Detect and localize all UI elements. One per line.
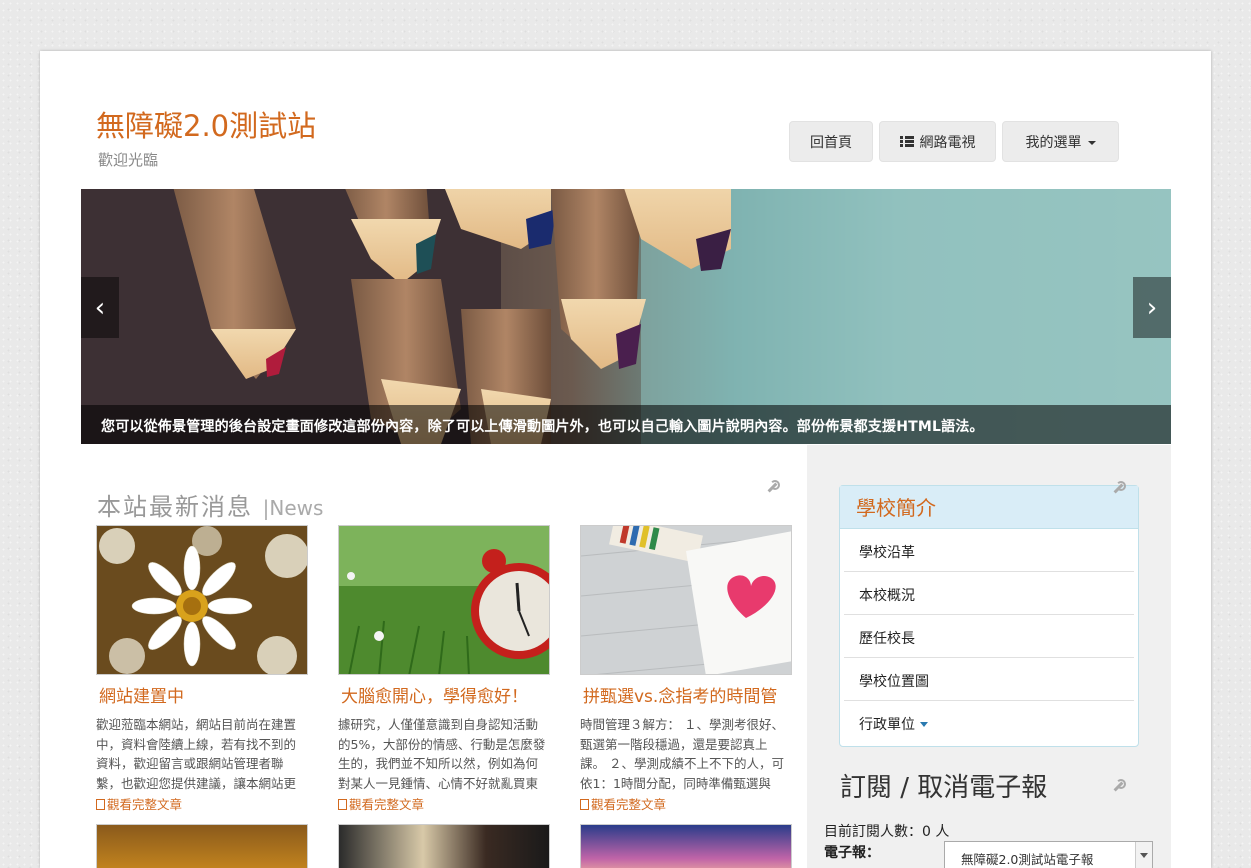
sidebar-item-overview[interactable]: 本校概況 bbox=[844, 572, 1134, 615]
wrench-icon[interactable] bbox=[1112, 481, 1126, 495]
news-title-zh: 本站最新消息 bbox=[97, 493, 253, 521]
panel-title: 學校簡介 bbox=[840, 486, 1138, 529]
news-image[interactable] bbox=[338, 525, 550, 675]
sidebar-item-principals[interactable]: 歷任校長 bbox=[844, 615, 1134, 658]
sidebar: 學校簡介 學校沿革 本校概況 歷任校長 學校位置圖 行政單位 訂閱 / 取消電子… bbox=[807, 445, 1171, 868]
top-nav: 回首頁 網路電視 我的選單 bbox=[789, 121, 1119, 162]
sidebar-item-label: 行政單位 bbox=[859, 717, 915, 733]
epaper-title: 訂閱 / 取消電子報 bbox=[840, 773, 1048, 803]
home-button[interactable]: 回首頁 bbox=[789, 121, 873, 162]
sidebar-item-location-map[interactable]: 學校位置圖 bbox=[844, 658, 1134, 701]
site-title[interactable]: 無障礙2.0測試站 bbox=[96, 103, 316, 145]
wrench-icon[interactable] bbox=[1112, 779, 1126, 793]
sidebar-item-label: 學校沿革 bbox=[859, 545, 915, 561]
news-item-excerpt: 歡迎蒞臨本網站，網站目前尚在建置中，資料會陸續上線，若有找不到的資料，歡迎留言或… bbox=[96, 717, 297, 791]
pencil-4 bbox=[551, 189, 646, 369]
news-card: 大腦愈開心，學得愈好！ 據研究，人僅僅意識到自身認知活動的5%，大部份的情感、行… bbox=[338, 525, 550, 813]
document-icon bbox=[580, 799, 589, 810]
sidebar-item-history[interactable]: 學校沿革 bbox=[844, 529, 1134, 572]
subscribers-value: 0 人 bbox=[922, 824, 950, 840]
read-more-label[interactable]: 觀看完整文章 bbox=[349, 797, 424, 812]
news-image-autumn-tree[interactable] bbox=[96, 824, 308, 868]
sidebar-item-label: 學校位置圖 bbox=[859, 674, 929, 690]
read-more-link[interactable]: 觀看完整文章 bbox=[96, 794, 308, 813]
image-slider[interactable]: ‹ › 您可以從佈景管理的後台設定畫面修改這部份內容，除了可以上傳滑動圖片外，也… bbox=[81, 189, 1171, 444]
news-section-title: 本站最新消息 |News bbox=[97, 487, 323, 522]
read-more-label[interactable]: 觀看完整文章 bbox=[107, 797, 182, 812]
subscribers-label: 目前訂閱人數： bbox=[824, 824, 922, 840]
school-intro-panel: 學校簡介 學校沿革 本校概況 歷任校長 學校位置圖 行政單位 bbox=[839, 485, 1139, 747]
news-card: 拼甄選vs.念指考的時間管 時間管理３解方： １、學測考很好、甄選第一階段穩過，… bbox=[580, 525, 792, 813]
sidebar-item-admin-units[interactable]: 行政單位 bbox=[844, 701, 1134, 744]
news-image-books[interactable] bbox=[338, 824, 550, 868]
epaper-select[interactable]: 無障礙2.0測試站電子報 bbox=[944, 841, 1153, 868]
caret-down-icon bbox=[1087, 141, 1096, 145]
chevron-left-icon: ‹ bbox=[94, 292, 106, 323]
page-container: 無障礙2.0測試站 歡迎光臨 回首頁 網路電視 我的選單 ‹ › 您可以從佈景管… bbox=[40, 51, 1211, 868]
document-icon bbox=[338, 799, 347, 810]
dropdown-arrow-icon[interactable] bbox=[1135, 842, 1152, 868]
news-item-excerpt: 時間管理３解方： １、學測考很好、甄選第一階段穩過，還是要認真上課。 ２、學測成… bbox=[580, 717, 784, 791]
wrench-icon[interactable] bbox=[766, 480, 780, 494]
news-image[interactable] bbox=[580, 525, 792, 675]
epaper-selected-value: 無障礙2.0測試站電子報 bbox=[961, 852, 1094, 867]
news-title-en: News bbox=[269, 496, 324, 520]
slider-prev-button[interactable]: ‹ bbox=[81, 277, 119, 338]
slider-next-button[interactable]: › bbox=[1133, 277, 1171, 338]
alarm-clock-image bbox=[339, 526, 549, 674]
sidebar-item-label: 歷任校長 bbox=[859, 631, 915, 647]
read-more-link[interactable]: 觀看完整文章 bbox=[338, 794, 550, 813]
daisies-image bbox=[97, 526, 307, 674]
news-item-title[interactable]: 大腦愈開心，學得愈好！ bbox=[338, 682, 550, 707]
heart-card-image bbox=[581, 526, 791, 674]
home-button-label: 回首頁 bbox=[810, 134, 852, 151]
news-item-excerpt: 據研究，人僅僅意識到自身認知活動的5%，大部份的情感、行動是怎麼發生的，我們並不… bbox=[338, 717, 546, 791]
news-item-title[interactable]: 拼甄選vs.念指考的時間管 bbox=[580, 682, 792, 707]
news-image-sunset[interactable] bbox=[580, 824, 792, 868]
site-subtitle: 歡迎光臨 bbox=[98, 151, 159, 169]
epaper-label: 電子報： bbox=[824, 845, 880, 861]
document-icon bbox=[96, 799, 105, 810]
subscribers-count: 目前訂閱人數：0 人 bbox=[824, 821, 949, 841]
news-image[interactable] bbox=[96, 525, 308, 675]
my-menu-label: 我的選單 bbox=[1025, 134, 1082, 151]
list-icon bbox=[899, 136, 914, 147]
news-item-title[interactable]: 網站建置中 bbox=[96, 682, 308, 707]
slider-caption: 您可以從佈景管理的後台設定畫面修改這部份內容，除了可以上傳滑動圖片外，也可以自己… bbox=[81, 405, 1171, 444]
read-more-link[interactable]: 觀看完整文章 bbox=[580, 794, 792, 813]
caret-down-icon bbox=[920, 722, 928, 727]
chevron-right-icon: › bbox=[1146, 292, 1158, 323]
my-menu-button[interactable]: 我的選單 bbox=[1002, 121, 1119, 162]
web-tv-label: 網路電視 bbox=[919, 134, 976, 151]
sidebar-item-label: 本校概況 bbox=[859, 588, 915, 604]
news-card: 網站建置中 歡迎蒞臨本網站，網站目前尚在建置中，資料會陸續上線，若有找不到的資料… bbox=[96, 525, 308, 813]
web-tv-button[interactable]: 網路電視 bbox=[879, 121, 996, 162]
read-more-label[interactable]: 觀看完整文章 bbox=[591, 797, 666, 812]
